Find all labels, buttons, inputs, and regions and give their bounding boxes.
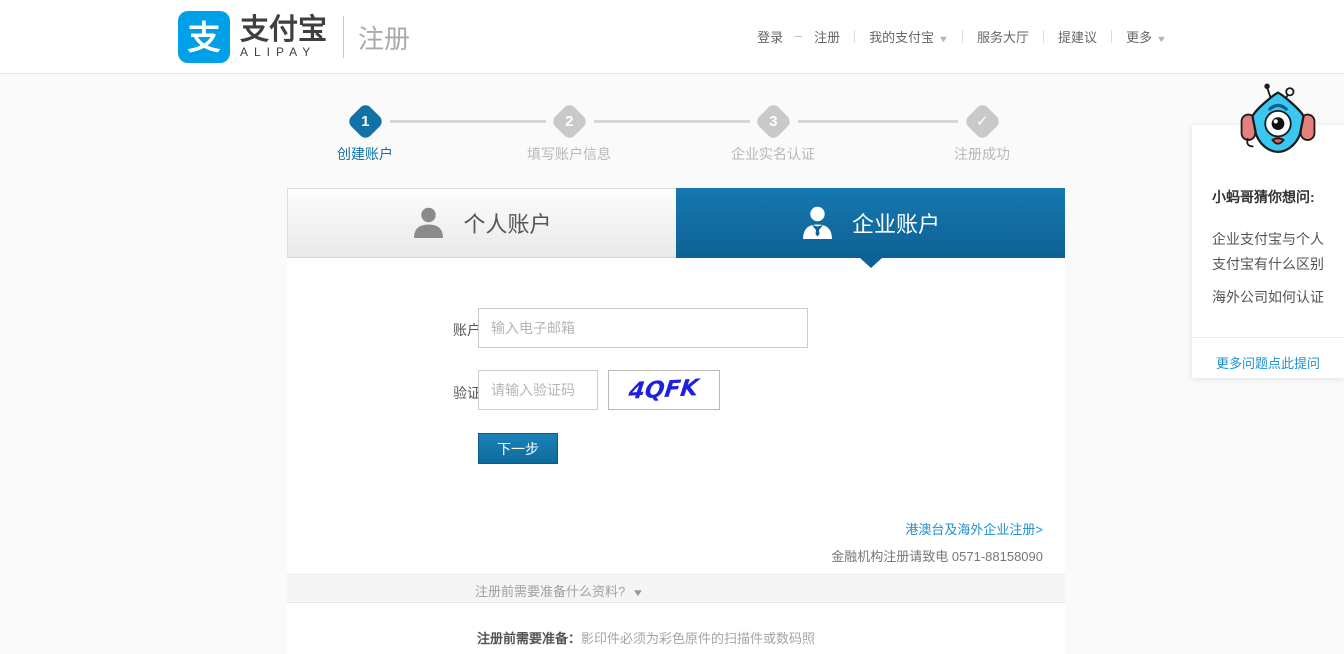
- brand-text: 支付宝 ALIPAY: [240, 13, 328, 60]
- nav-separator: [1111, 30, 1113, 43]
- account-type-tabs: 个人账户 企业账户: [287, 188, 1065, 268]
- alipay-logo-icon: 支: [178, 11, 230, 63]
- account-name-input[interactable]: [478, 308, 808, 348]
- nav-separator: [962, 30, 964, 43]
- captcha-code: 4QFK: [627, 375, 701, 405]
- step-4-check-icon: ✓: [962, 102, 1002, 141]
- top-nav: 登录 注册 我的支付宝 ▼ 服务大厅 提建议 更多 ▼: [757, 27, 1168, 46]
- page-title: 注册: [358, 23, 411, 54]
- caret-down-icon: ▼: [1155, 34, 1168, 44]
- logo-divider: [343, 16, 345, 58]
- step-create-account: 1 创建账户: [295, 95, 435, 164]
- active-tab-notch: [859, 258, 882, 268]
- captcha-image[interactable]: 4QFK: [608, 370, 720, 410]
- nav-register-link[interactable]: 注册: [814, 27, 840, 46]
- finance-phone-note: 金融机构注册请致电 0571-88158090: [831, 549, 1043, 564]
- more-questions-link[interactable]: 更多问题点此提问: [1192, 353, 1344, 372]
- faq-link-difference[interactable]: 企业支付宝与个人支付宝有什么区别: [1212, 227, 1330, 277]
- prepare-note: 注册前需要准备：影印件必须为彩色原件的扫描件或数码照: [477, 628, 815, 647]
- person-icon: [414, 207, 444, 238]
- tab-enterprise-label: 企业账户: [851, 212, 940, 237]
- mascot-robot-icon: [1240, 83, 1316, 154]
- step-success: ✓ 注册成功: [912, 95, 1052, 164]
- business-person-icon: [802, 206, 832, 239]
- prepare-note-text: 影印件必须为彩色原件的扫描件或数码照: [581, 631, 816, 646]
- step-2-label: 填写账户信息: [527, 146, 611, 162]
- step-verify: 3 企业实名认证: [703, 95, 843, 164]
- step-1-label: 创建账户: [337, 146, 393, 162]
- brand-name-en: ALIPAY: [240, 45, 317, 60]
- prepare-note-label: 注册前需要准备：: [477, 631, 582, 646]
- caret-down-icon: ▼: [937, 34, 950, 44]
- register-panel: 个人账户 企业账户 账户名 验证码 4QFK 下一步 港澳台及海外企业注册> 金…: [287, 188, 1065, 654]
- nav-more-menu[interactable]: 更多 ▼: [1126, 27, 1168, 46]
- brand-name: 支付宝: [240, 13, 328, 46]
- sidebar-divider: [1192, 337, 1344, 338]
- step-1-badge: 1: [345, 102, 385, 141]
- step-2-badge: 2: [549, 102, 589, 141]
- alipay-register-page: 支 支付宝 ALIPAY 注册 登录 注册 我的支付宝 ▼ 服务大厅 提建议 更多…: [0, 0, 1344, 654]
- prepare-materials-toggle[interactable]: 注册前需要准备什么资料? ▼: [287, 574, 1065, 603]
- step-3-label: 企业实名认证: [731, 146, 815, 162]
- tab-enterprise-account[interactable]: 企业账户: [676, 188, 1065, 268]
- nav-suggestion-link[interactable]: 提建议: [1058, 27, 1097, 46]
- nav-separator: [1043, 30, 1045, 43]
- alipay-logo[interactable]: 支 支付宝 ALIPAY 注册: [178, 11, 410, 63]
- step-3-badge: 3: [753, 102, 793, 141]
- sidebar-title: 小蚂哥猜你想问:: [1212, 189, 1315, 205]
- step-4-label: 注册成功: [954, 146, 1010, 162]
- nav-login-link[interactable]: 登录: [757, 27, 783, 46]
- step-fill-info: 2 填写账户信息: [499, 95, 639, 164]
- nav-separator: [854, 30, 856, 43]
- nav-my-alipay-menu[interactable]: 我的支付宝 ▼: [869, 27, 950, 46]
- tab-personal-label: 个人账户: [463, 212, 552, 237]
- help-sidebar: 小蚂哥猜你想问: 企业支付宝与个人支付宝有什么区别 海外公司如何认证 更多问题点…: [1192, 125, 1344, 378]
- tab-personal-account[interactable]: 个人账户: [287, 188, 676, 258]
- overseas-register-link[interactable]: 港澳台及海外企业注册>: [905, 519, 1043, 538]
- prepare-toggle-text: 注册前需要准备什么资料? ▼: [475, 584, 645, 599]
- nav-dash-divider: [795, 36, 803, 37]
- header-bar: 支 支付宝 ALIPAY 注册 登录 注册 我的支付宝 ▼ 服务大厅 提建议 更多…: [0, 0, 1344, 74]
- captcha-input[interactable]: [478, 370, 598, 410]
- next-step-button[interactable]: 下一步: [478, 433, 558, 464]
- caret-down-icon: ▼: [631, 588, 645, 599]
- nav-service-hall-link[interactable]: 服务大厅: [977, 27, 1029, 46]
- progress-steps: 1 创建账户 2 填写账户信息 3 企业实名认证 ✓ 注册成功: [287, 95, 1065, 165]
- faq-link-overseas-verify[interactable]: 海外公司如何认证: [1212, 287, 1324, 307]
